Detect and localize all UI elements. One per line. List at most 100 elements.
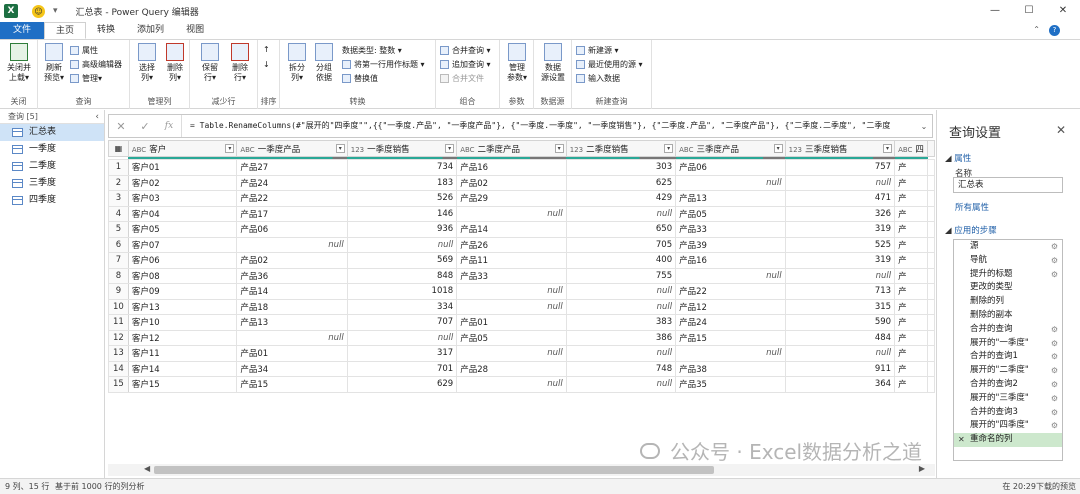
advanced-editor-button[interactable]: 高级编辑器 [70, 59, 122, 70]
help-icon[interactable]: ? [1049, 25, 1060, 36]
applied-step[interactable]: 合并的查询2 ⚙ [954, 378, 1062, 392]
table-cell[interactable]: null [675, 174, 786, 191]
table-cell[interactable]: null [456, 298, 567, 315]
table-cell[interactable]: 364 [784, 376, 896, 393]
table-cell[interactable]: 146 [346, 205, 458, 222]
table-cell[interactable]: null [346, 329, 458, 346]
table-cell[interactable]: 产 [894, 298, 928, 315]
table-cell[interactable]: 产品06 [675, 159, 786, 176]
table-cell[interactable]: null [675, 267, 786, 284]
manage-button[interactable]: 管理▾ [70, 73, 102, 84]
collapse-pane-icon[interactable]: ‹ [95, 110, 99, 124]
gear-icon[interactable]: ⚙ [1051, 240, 1058, 254]
table-cell[interactable]: 319 [784, 252, 896, 269]
table-cell[interactable]: null [236, 236, 348, 253]
column-header[interactable]: ABC 二季度产品 ▾ [456, 140, 567, 157]
applied-step[interactable]: 更改的类型 [954, 281, 1062, 295]
table-cell[interactable]: 386 [565, 329, 677, 346]
table-cell[interactable]: 客户01 [127, 159, 238, 176]
table-row[interactable]: 8 客户08 产品36 848 产品33 755 null null 产 [108, 267, 935, 284]
table-cell[interactable]: 产 [894, 360, 928, 377]
table-cell[interactable]: null [456, 283, 567, 300]
table-cell[interactable]: null [675, 345, 786, 362]
table-cell[interactable]: 629 [346, 376, 458, 393]
table-cell[interactable]: 产品13 [236, 314, 348, 331]
gear-icon[interactable]: ⚙ [1051, 254, 1058, 268]
query-item[interactable]: 二季度 [0, 158, 104, 175]
filter-dropdown-icon[interactable]: ▾ [445, 144, 455, 153]
table-row[interactable]: 7 客户06 产品02 569 产品11 400 产品16 319 产 [108, 252, 935, 269]
filter-dropdown-icon[interactable]: ▾ [773, 144, 783, 153]
table-cell[interactable]: 产 [894, 283, 928, 300]
table-cell[interactable]: 产品29 [456, 190, 567, 207]
gear-icon[interactable]: ⚙ [1051, 392, 1058, 406]
applied-step[interactable]: 删除的副本 [954, 309, 1062, 323]
table-row[interactable]: 9 客户09 产品14 1018 null null 产品22 713 产 [108, 283, 935, 300]
table-cell[interactable]: 产品39 [675, 236, 786, 253]
table-menu-icon[interactable]: ▦ [108, 140, 129, 157]
table-cell[interactable]: 产品36 [236, 267, 348, 284]
table-cell[interactable]: 848 [346, 267, 458, 284]
table-row[interactable]: 6 客户07 null null 产品26 705 产品39 525 产 [108, 236, 935, 253]
table-cell[interactable]: 产品27 [236, 159, 348, 176]
applied-step[interactable]: 展开的"一季度" ⚙ [954, 337, 1062, 351]
table-cell[interactable]: null [784, 345, 896, 362]
minimize-button[interactable]: — [978, 0, 1012, 22]
column-header[interactable]: 123 二季度销售 ▾ [565, 140, 677, 157]
table-cell[interactable]: 产品06 [236, 221, 348, 238]
filter-dropdown-icon[interactable]: ▾ [225, 144, 235, 153]
replace-values-button[interactable]: 替换值 [342, 73, 378, 84]
table-cell[interactable]: 590 [784, 314, 896, 331]
scroll-right-icon[interactable]: ▶ [919, 464, 925, 473]
table-cell[interactable]: 748 [565, 360, 677, 377]
gear-icon[interactable]: ⚙ [1051, 406, 1058, 420]
table-cell[interactable]: null [346, 236, 458, 253]
scrollbar-thumb[interactable] [154, 466, 714, 474]
column-header[interactable]: 123 三季度销售 ▾ [784, 140, 896, 157]
table-cell[interactable]: 产品24 [236, 174, 348, 191]
data-source-settings-button[interactable]: 数据 源设置 [537, 43, 569, 83]
table-cell[interactable]: null [565, 345, 677, 362]
applied-step[interactable]: 展开的"三季度" ⚙ [954, 392, 1062, 406]
choose-columns-button[interactable]: 选择 列▾ [134, 43, 160, 83]
table-cell[interactable]: 产品17 [236, 205, 348, 222]
data-type-dropdown[interactable]: 数据类型: 整数 ▾ [342, 45, 402, 56]
table-cell[interactable]: 471 [784, 190, 896, 207]
feedback-smiley-icon[interactable]: ☺ [32, 4, 45, 18]
applied-step[interactable]: 导航 ⚙ [954, 254, 1062, 268]
table-cell[interactable]: 产品33 [675, 221, 786, 238]
table-cell[interactable]: 734 [346, 159, 458, 176]
applied-step[interactable]: 提升的标题 ⚙ [954, 268, 1062, 282]
query-item[interactable]: 汇总表 [0, 124, 104, 141]
horizontal-scrollbar[interactable]: ◀ ▶ [108, 464, 935, 476]
table-row[interactable]: 1 客户01 产品27 734 产品16 303 产品06 757 产 [108, 159, 935, 176]
properties-section-header[interactable]: ◢ 属性 [945, 152, 971, 164]
all-properties-link[interactable]: 所有属性 [955, 201, 989, 213]
maximize-button[interactable]: ☐ [1012, 0, 1046, 22]
table-cell[interactable]: null [565, 298, 677, 315]
close-window-button[interactable]: ✕ [1046, 0, 1080, 22]
table-row[interactable]: 10 客户13 产品18 334 null null 产品12 315 产 [108, 298, 935, 315]
applied-step[interactable]: 合并的查询1 ⚙ [954, 350, 1062, 364]
table-cell[interactable]: 484 [784, 329, 896, 346]
table-cell[interactable]: null [456, 345, 567, 362]
table-cell[interactable]: 产 [894, 205, 928, 222]
table-cell[interactable]: 产 [894, 221, 928, 238]
table-cell[interactable]: 713 [784, 283, 896, 300]
enter-data-button[interactable]: 输入数据 [576, 73, 620, 84]
table-cell[interactable]: 产 [894, 159, 928, 176]
table-cell[interactable]: 产品22 [675, 283, 786, 300]
table-cell[interactable]: 产 [894, 252, 928, 269]
table-cell[interactable]: null [565, 283, 677, 300]
table-cell[interactable]: 650 [565, 221, 677, 238]
table-cell[interactable]: 525 [784, 236, 896, 253]
table-cell[interactable]: 客户11 [127, 345, 238, 362]
table-cell[interactable]: 383 [565, 314, 677, 331]
table-cell[interactable]: 客户12 [127, 329, 238, 346]
table-cell[interactable]: 183 [346, 174, 458, 191]
expand-formula-icon[interactable]: ⌄ [916, 122, 932, 131]
table-cell[interactable]: 客户03 [127, 190, 238, 207]
table-cell[interactable]: 客户07 [127, 236, 238, 253]
keep-rows-button[interactable]: 保留 行▾ [196, 43, 224, 83]
table-cell[interactable]: 产品26 [456, 236, 567, 253]
